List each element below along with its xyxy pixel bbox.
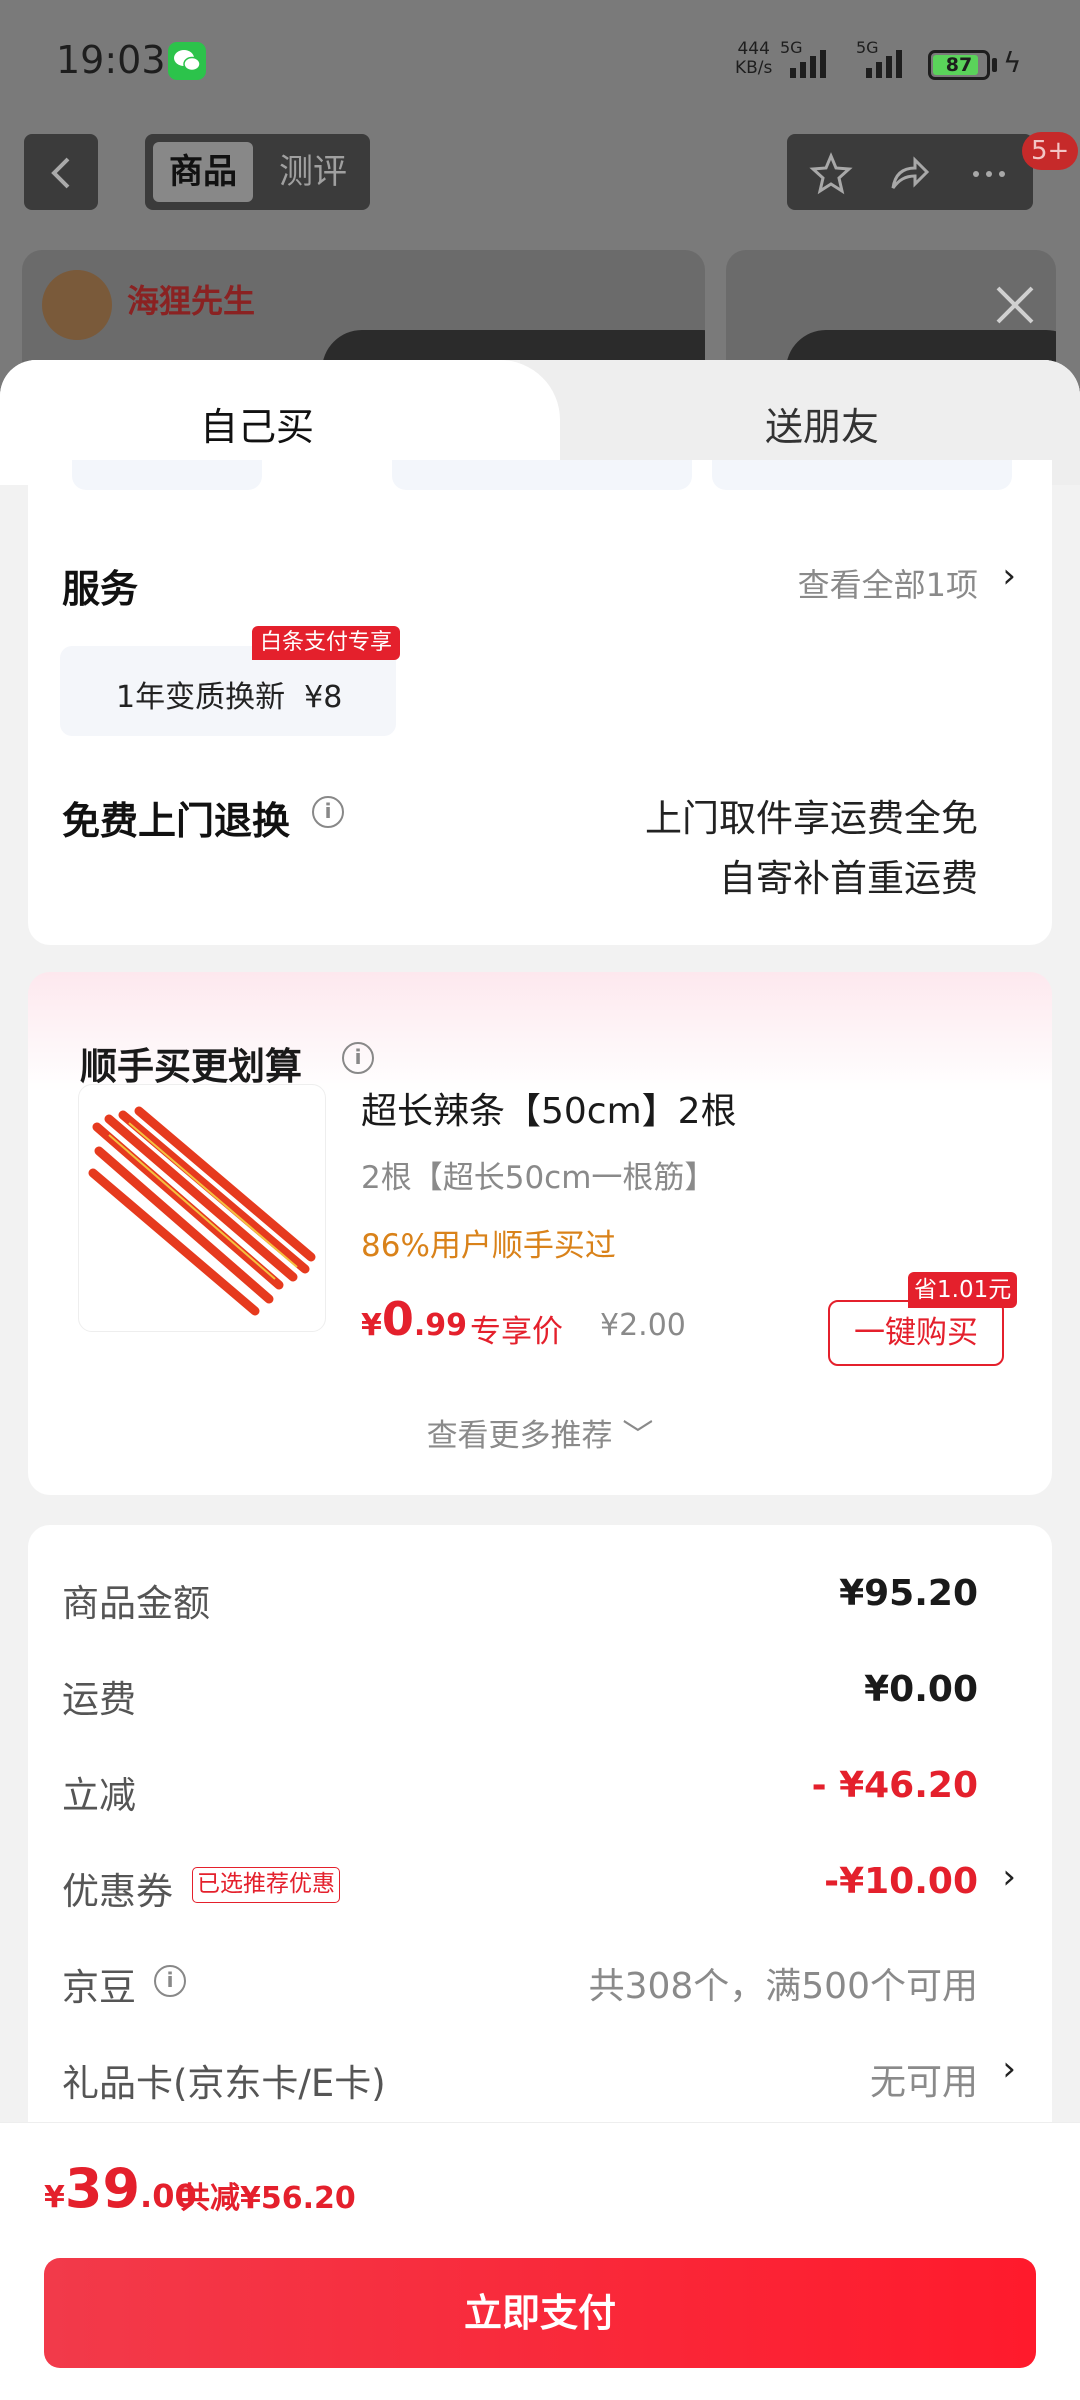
battery-tip: [992, 58, 997, 72]
service-option-label: 1年变质换新: [116, 680, 286, 715]
charging-icon: ϟ: [1003, 46, 1022, 79]
info-icon[interactable]: [342, 1042, 374, 1074]
service-option-text: 1年变质换新 ¥8: [116, 672, 342, 716]
bundle-product-spec: 2根【超长50cm一根筋】: [361, 1160, 716, 1196]
return-line-1: 上门取件享运费全免: [645, 797, 978, 840]
shipping-value: ¥0.00: [864, 1669, 978, 1710]
pay-now-button[interactable]: 立即支付: [44, 2258, 1036, 2368]
goods-amount-value: ¥95.20: [839, 1573, 978, 1614]
coupon-value: -¥10.00: [824, 1861, 978, 1902]
instant-discount-label: 立减: [62, 1774, 136, 1817]
jd-bean-label: 京豆: [62, 1966, 136, 2009]
bundle-recommend-card: 顺手买更划算 超长辣条【50cm】2根 2根【超长50cm一根筋】 8: [28, 972, 1052, 1495]
coupon-label: 优惠券: [62, 1870, 173, 1913]
brand-name: 海狸先生: [127, 282, 256, 320]
network-speed-value: 444: [737, 39, 770, 59]
signal-2-label: 5G: [856, 38, 879, 57]
service-option-price: ¥8: [304, 680, 343, 715]
nav-actions: [787, 134, 1033, 210]
chevron-right-icon[interactable]: ›: [1002, 2049, 1016, 2089]
save-amount-tag: 省1.01元: [908, 1272, 1018, 1308]
tab-self-label: 自己买: [200, 405, 315, 449]
status-bar: 19:03 444 KB/s 5G 5G 87 ϟ: [0, 0, 1080, 125]
view-more-recommend[interactable]: 查看更多推荐 ﹀: [28, 1410, 1052, 1455]
wechat-icon: [168, 42, 206, 80]
chevron-right-icon[interactable]: ›: [1002, 1857, 1016, 1897]
jd-bean-value: 共308个，满500个可用: [588, 1966, 978, 2007]
service-title: 服务: [62, 567, 139, 611]
product-review-switch: 商品 测评: [145, 134, 370, 210]
goods-amount-label: 商品金额: [62, 1582, 210, 1625]
shipping-label: 运费: [62, 1678, 136, 1721]
info-icon[interactable]: [312, 796, 344, 828]
exclusive-price-label: 专享价: [470, 1314, 563, 1350]
bundle-price: ¥0.99: [361, 1292, 467, 1346]
return-title: 免费上门退换: [62, 799, 291, 843]
more-icon[interactable]: [967, 152, 1011, 196]
instant-discount-value: - ¥46.20: [811, 1765, 978, 1806]
tab-product[interactable]: 商品: [153, 142, 253, 202]
bundle-original-price: ¥2.00: [600, 1308, 686, 1343]
tab-review[interactable]: 测评: [265, 142, 361, 202]
bundle-bought-ratio: 86%用户顺手买过: [361, 1228, 616, 1264]
bundle-price-symbol: ¥: [361, 1308, 382, 1343]
coupon-recommended-tag: 已选推荐优惠: [192, 1867, 340, 1903]
product-page-backdrop: 19:03 444 KB/s 5G 5G 87 ϟ 商品 测评 5+ 海狸先生: [0, 0, 1080, 410]
battery-icon: 87: [928, 50, 990, 80]
back-icon: [51, 157, 70, 189]
chevron-right-icon[interactable]: ›: [1002, 556, 1016, 596]
instant-discount-row: 立减 - ¥46.20: [62, 1765, 978, 1817]
star-icon[interactable]: [809, 152, 853, 196]
bundle-title: 顺手买更划算: [80, 1045, 302, 1088]
bundle-product-name[interactable]: 超长辣条【50cm】2根: [361, 1082, 737, 1134]
bundle-price-int: 0: [381, 1292, 414, 1346]
shipping-row: 运费 ¥0.00: [62, 1669, 978, 1721]
checkout-footer: ¥39.00 共减¥56.20 立即支付: [0, 2122, 1080, 2400]
jd-bean-row: 京豆 共308个，满500个可用: [62, 1957, 978, 2009]
share-icon[interactable]: [887, 152, 931, 196]
one-click-buy-button[interactable]: 一键购买: [828, 1300, 1004, 1366]
spicy-strip-image: [88, 1106, 316, 1316]
total-saved: 共减¥56.20: [180, 2181, 356, 2216]
total-price: ¥39.00: [44, 2157, 197, 2220]
info-icon[interactable]: [154, 1965, 186, 1997]
gift-card-value: 无可用: [869, 2062, 978, 2103]
brand-logo-icon: [42, 270, 112, 340]
network-speed: 444 KB/s: [735, 40, 772, 78]
gift-card-label: 礼品卡(京东卡/E卡): [62, 2062, 386, 2105]
bundle-product-image[interactable]: [78, 1084, 326, 1332]
return-line-2: 自寄补首重运费: [719, 857, 978, 900]
battery-value: 87: [945, 54, 973, 76]
coupon-row[interactable]: 优惠券 已选推荐优惠 -¥10.00: [62, 1861, 978, 1913]
network-speed-unit: KB/s: [735, 58, 773, 78]
total-price-symbol: ¥: [44, 2180, 65, 2215]
message-badge: 5+: [1022, 132, 1079, 170]
close-icon[interactable]: [990, 280, 1040, 330]
signal-1-label: 5G: [780, 38, 803, 57]
bundle-price-dec: .99: [413, 1308, 468, 1343]
total-price-int: 39: [64, 2157, 141, 2220]
checkout-sheet: 送朋友 自己买 服务 查看全部1项 › 1年变质换新 ¥8 白条支付专享 免费上…: [0, 360, 1080, 2400]
tab-gift-label: 送朋友: [765, 405, 880, 449]
gift-card-row[interactable]: 礼品卡(京东卡/E卡) 无可用: [62, 2053, 978, 2105]
service-card: 服务 查看全部1项 › 1年变质换新 ¥8 白条支付专享 免费上门退换 上门取件…: [28, 460, 1052, 945]
service-option-tag: 白条支付专享: [252, 626, 401, 660]
service-view-all[interactable]: 查看全部1项: [798, 560, 978, 606]
signal-strength-icon: 5G: [780, 38, 844, 78]
signal-strength-icon: 5G: [856, 38, 920, 78]
goods-amount-row: 商品金额 ¥95.20: [62, 1573, 978, 1625]
back-button[interactable]: [24, 134, 98, 210]
status-time: 19:03: [56, 38, 166, 82]
